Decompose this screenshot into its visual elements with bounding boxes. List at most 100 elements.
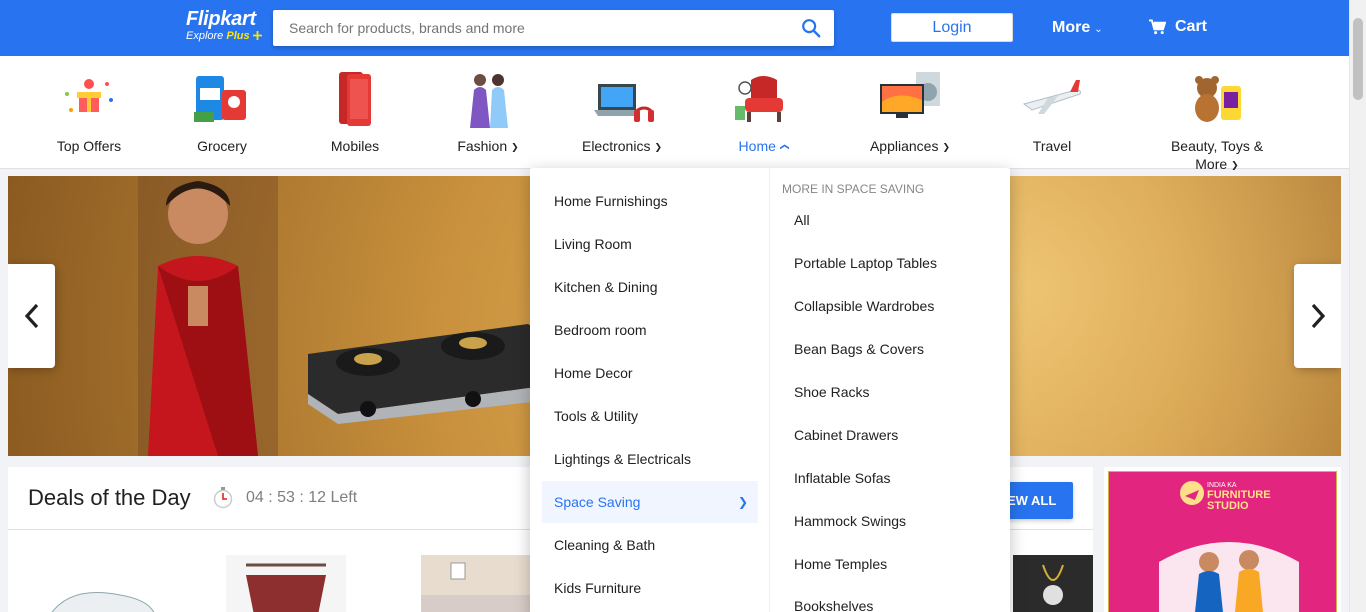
category-label: Top Offers — [56, 138, 122, 154]
category-beauty-toys[interactable]: Beauty, Toys & More ❯ — [1152, 56, 1282, 172]
category-label: Mobiles — [330, 138, 380, 154]
dropdown-item-tools-utility[interactable]: Tools & Utility — [542, 395, 758, 437]
category-grocery[interactable]: Grocery — [157, 56, 287, 168]
category-electronics[interactable]: Electronics ❯ — [557, 56, 687, 168]
flipkart-logo[interactable]: Flipkart Explore Plus — [186, 9, 262, 42]
subcategory-item[interactable]: Home Temples — [794, 543, 994, 586]
subcategory-item[interactable]: Shoe Racks — [794, 371, 994, 414]
chevron-left-icon — [24, 303, 38, 329]
subcategory-item[interactable]: Cabinet Drawers — [794, 414, 994, 457]
cart-link[interactable]: Cart — [1149, 17, 1207, 37]
promo-line3: STUDIO — [1207, 500, 1249, 512]
plus-icon — [252, 31, 262, 40]
chevron-right-icon — [1311, 303, 1325, 329]
dropdown-item-living-room[interactable]: Living Room — [542, 223, 758, 265]
dropdown-item-kids-furniture[interactable]: Kids Furniture — [542, 567, 758, 609]
category-bar: Top Offers Grocery Mobiles Fashion ❯ Ele… — [0, 56, 1349, 172]
promo-card[interactable]: INDIA KA FURNITURE STUDIO — [1104, 467, 1341, 612]
dropdown-item-bedroom[interactable]: Bedroom room — [542, 309, 758, 351]
search-icon[interactable] — [800, 17, 822, 39]
promo-couple-image — [1159, 542, 1299, 612]
category-travel[interactable]: Travel — [987, 56, 1117, 168]
page-scrollbar[interactable] — [1349, 0, 1366, 612]
chevron-right-icon: ❯ — [737, 495, 748, 509]
logo-plus-text: Plus — [226, 30, 250, 42]
subcategory-heading: MORE IN SPACE SAVING — [782, 182, 925, 196]
dropdown-categories: Home Furnishings Living Room Kitchen & D… — [530, 168, 770, 612]
category-mobiles[interactable]: Mobiles — [290, 56, 420, 168]
category-label: Beauty, Toys & More ❯ — [1152, 137, 1282, 174]
mobile-phone-icon — [339, 72, 371, 126]
subcategory-item[interactable]: Inflatable Sofas — [794, 457, 994, 500]
banner-next-button[interactable] — [1294, 264, 1341, 368]
logo-sub-text: Explore — [186, 30, 224, 42]
promo-banner: INDIA KA FURNITURE STUDIO — [1108, 471, 1337, 612]
top-header: Flipkart Explore Plus Login More⌄ Cart — [0, 0, 1366, 56]
cart-label: Cart — [1175, 18, 1208, 35]
more-label: More — [1052, 19, 1091, 36]
banner-stove-image — [308, 324, 558, 424]
deal-product-image[interactable] — [40, 555, 160, 612]
category-label-text: Electronics — [581, 138, 651, 154]
category-top-offers[interactable]: Top Offers — [24, 56, 154, 168]
category-label: Electronics ❯ — [557, 137, 687, 156]
deal-product-image[interactable] — [1013, 555, 1093, 612]
logo-tagline: Explore Plus — [186, 30, 262, 42]
subcategory-item[interactable]: Bookshelves — [794, 585, 994, 612]
dropdown-item-cleaning-bath[interactable]: Cleaning & Bath — [542, 524, 758, 566]
category-label: Appliances ❯ — [845, 137, 975, 156]
subcategory-item[interactable]: Bean Bags & Covers — [794, 328, 994, 371]
category-label: Grocery — [197, 138, 247, 154]
more-menu[interactable]: More ⌄ — [1052, 18, 1103, 40]
category-home[interactable]: Home ❯ — [698, 56, 828, 168]
dropdown-item-lightings[interactable]: Lightings & Electricals — [542, 438, 758, 480]
deal-product-image[interactable] — [226, 555, 346, 612]
airplane-icon — [1022, 80, 1081, 114]
deals-timer-text: 04 : 53 : 12 Left — [246, 489, 358, 506]
chevron-down-icon: ❯ — [654, 142, 662, 152]
category-appliances[interactable]: Appliances ❯ — [845, 56, 975, 168]
grocery-icon — [194, 76, 246, 122]
search-bar — [273, 10, 834, 46]
teddy-bear-icon — [1195, 76, 1241, 122]
banner-prev-button[interactable] — [8, 264, 55, 368]
chevron-down-icon: ❯ — [511, 142, 519, 152]
cart-icon — [1149, 19, 1166, 35]
chevron-down-icon: ❯ — [1231, 160, 1239, 170]
dropdown-item-space-saving[interactable]: Space Saving ❯ — [542, 481, 758, 523]
subcategory-item[interactable]: Hammock Swings — [794, 500, 994, 543]
subcategory-item[interactable]: Collapsible Wardrobes — [794, 285, 994, 328]
category-label: Home ❯ — [698, 137, 828, 156]
search-input[interactable] — [273, 10, 773, 46]
tv-washer-icon — [880, 72, 940, 118]
scrollbar-thumb[interactable] — [1353, 18, 1363, 100]
laptop-headphones-icon — [594, 84, 654, 122]
category-fashion[interactable]: Fashion ❯ — [423, 56, 553, 168]
promo-text: INDIA KA FURNITURE STUDIO — [1207, 482, 1271, 512]
subcategory-item[interactable]: Portable Laptop Tables — [794, 242, 994, 285]
dropdown-item-home-decor[interactable]: Home Decor — [542, 352, 758, 394]
dropdown-item-label: Space Saving — [554, 494, 641, 510]
logo-text: Flipkart — [186, 8, 256, 30]
subcategory-item[interactable]: All — [794, 199, 994, 242]
dropdown-subcategories: MORE IN SPACE SAVING All Portable Laptop… — [770, 168, 1010, 612]
login-button[interactable]: Login — [891, 13, 1013, 42]
armchair-icon — [735, 76, 783, 122]
category-label-text: Beauty, Toys & More — [1170, 138, 1264, 172]
dropdown-item-home-furnishings[interactable]: Home Furnishings — [542, 180, 758, 222]
category-label: Fashion ❯ — [423, 137, 553, 156]
gift-box-icon — [65, 79, 113, 112]
category-label-text: Home — [738, 138, 776, 154]
fashion-models-icon — [470, 74, 508, 128]
deals-title: Deals of the Day — [28, 485, 191, 510]
home-dropdown-menu: Home Furnishings Living Room Kitchen & D… — [530, 168, 1010, 612]
clock-icon — [213, 487, 233, 509]
category-label-text: Fashion — [457, 138, 508, 154]
chevron-up-icon: ❯ — [778, 143, 789, 151]
dropdown-item-kitchen-dining[interactable]: Kitchen & Dining — [542, 266, 758, 308]
banner-person-image — [138, 176, 278, 456]
furniture-studio-logo — [1180, 481, 1204, 505]
category-label: Travel — [1032, 138, 1072, 154]
chevron-down-icon: ⌄ — [1094, 24, 1103, 35]
deal-product-image[interactable] — [421, 555, 541, 612]
